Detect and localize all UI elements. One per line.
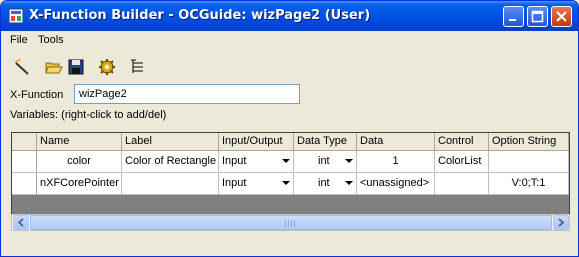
menu-tools[interactable]: Tools — [38, 34, 64, 46]
cell-name[interactable]: color — [37, 151, 122, 173]
cell-name[interactable]: nXFCorePointer — [37, 173, 122, 195]
cell-option-string[interactable]: V:0;T:1 — [489, 173, 569, 195]
table-body: Name Label Input/Output Data Type Data C… — [12, 133, 569, 195]
cell-label[interactable]: Color of Rectangle — [122, 151, 219, 173]
cell-data-type[interactable]: int — [294, 173, 357, 195]
xfunction-label: X-Function — [10, 89, 64, 101]
tree-view-icon[interactable] — [128, 57, 148, 77]
title-bar[interactable]: X-Function Builder - OCGuide: wizPage2 (… — [1, 1, 578, 31]
x-function-builder-window: X-Function Builder - OCGuide: wizPage2 (… — [0, 0, 579, 257]
minimize-button[interactable] — [503, 6, 524, 27]
arrow-right-icon — [558, 218, 565, 227]
open-folder-icon[interactable] — [44, 57, 64, 77]
cell-data-type[interactable]: int — [294, 151, 357, 173]
gear-icon[interactable] — [97, 57, 117, 77]
header-control[interactable]: Control — [435, 133, 489, 151]
arrow-left-icon — [17, 218, 24, 227]
horizontal-scrollbar[interactable] — [11, 214, 570, 231]
dropdown-arrow-icon[interactable] — [282, 181, 290, 185]
header-data-type[interactable]: Data Type — [294, 133, 357, 151]
cell-control[interactable] — [435, 173, 489, 195]
dropdown-arrow-icon[interactable] — [282, 159, 290, 163]
corner-header — [12, 133, 37, 151]
header-label[interactable]: Label — [122, 133, 219, 151]
window-title: X-Function Builder - OCGuide: wizPage2 (… — [29, 8, 371, 23]
dropdown-arrow-icon[interactable] — [345, 181, 353, 185]
save-icon[interactable] — [66, 57, 86, 77]
cell-data-type-value: int — [318, 155, 330, 167]
row-header[interactable] — [12, 151, 37, 173]
menu-file[interactable]: File — [10, 34, 28, 46]
close-button[interactable] — [551, 6, 572, 27]
cell-option-string[interactable] — [489, 151, 569, 173]
scroll-thumb[interactable] — [30, 215, 552, 230]
cell-input-output[interactable]: Input — [219, 173, 294, 195]
cell-label[interactable] — [122, 173, 219, 195]
cell-data[interactable]: <unassigned> — [357, 173, 435, 195]
cell-input-output-value: Input — [222, 177, 247, 189]
cell-input-output-value: Input — [222, 155, 247, 167]
cell-data-type-value: int — [318, 177, 330, 189]
cell-data[interactable]: 1 — [357, 151, 435, 173]
cell-control[interactable]: ColorList — [435, 151, 489, 173]
row-header[interactable] — [12, 173, 37, 195]
maximize-icon — [531, 10, 544, 23]
close-icon — [556, 11, 567, 22]
header-data[interactable]: Data — [357, 133, 435, 151]
scroll-grip-icon — [285, 220, 297, 227]
maximize-button[interactable] — [527, 6, 548, 27]
menu-bar: File Tools — [1, 31, 578, 49]
header-name[interactable]: Name — [37, 133, 122, 151]
dropdown-arrow-icon[interactable] — [345, 159, 353, 163]
xfunction-name-input[interactable] — [74, 84, 300, 104]
minimize-icon — [509, 19, 516, 21]
app-icon — [8, 8, 24, 24]
cell-input-output[interactable]: Input — [219, 151, 294, 173]
header-input-output[interactable]: Input/Output — [219, 133, 294, 151]
variables-label: Variables: (right-click to add/del) — [10, 109, 167, 121]
scroll-right-button[interactable] — [553, 215, 569, 230]
toolbar — [1, 55, 578, 79]
scroll-left-button[interactable] — [13, 215, 29, 230]
header-option-string[interactable]: Option String — [489, 133, 569, 151]
wand-icon[interactable] — [13, 57, 33, 77]
